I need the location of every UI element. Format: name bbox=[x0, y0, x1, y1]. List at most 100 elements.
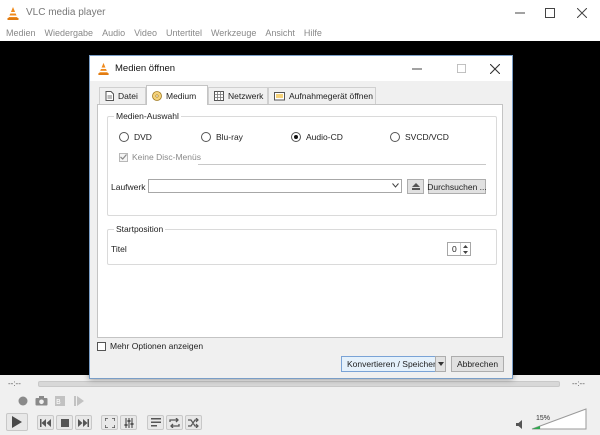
loop-button[interactable] bbox=[166, 415, 183, 430]
loop-ab-button[interactable]: B bbox=[52, 394, 68, 408]
chevron-up-icon bbox=[463, 244, 468, 248]
radio-audio-cd-label: Audio-CD bbox=[306, 132, 343, 142]
camera-icon bbox=[35, 396, 47, 406]
record-icon bbox=[18, 396, 28, 406]
tab-datei-label: Datei bbox=[118, 91, 138, 101]
menu-hilfe[interactable]: Hilfe bbox=[304, 25, 322, 41]
stop-button[interactable] bbox=[56, 415, 73, 430]
play-icon bbox=[12, 416, 22, 428]
next-button[interactable] bbox=[75, 415, 92, 430]
menu-bar: Medien Wiedergabe Audio Video Untertitel… bbox=[0, 25, 600, 41]
shuffle-button[interactable] bbox=[185, 415, 202, 430]
browse-button[interactable]: Durchsuchen ... bbox=[427, 179, 487, 194]
stop-icon bbox=[60, 418, 69, 427]
menu-video[interactable]: Video bbox=[134, 25, 157, 41]
menu-werkzeuge[interactable]: Werkzeuge bbox=[211, 25, 256, 41]
vlc-cone-icon bbox=[7, 7, 19, 20]
tab-netzwerk-label: Netzwerk bbox=[228, 91, 264, 101]
eject-icon bbox=[411, 183, 420, 190]
drive-combobox[interactable] bbox=[148, 179, 402, 193]
checkmark-icon bbox=[120, 154, 127, 160]
no-disc-menus-label: Keine Disc-Menüs bbox=[132, 152, 201, 162]
tab-datei[interactable]: Datei bbox=[99, 87, 146, 104]
radio-bluray[interactable]: Blu-ray bbox=[201, 132, 243, 142]
volume-slider[interactable] bbox=[531, 408, 587, 430]
minimize-icon bbox=[412, 68, 422, 69]
spin-arrows[interactable] bbox=[460, 243, 470, 255]
capture-device-icon bbox=[274, 92, 285, 101]
close-button[interactable] bbox=[566, 0, 598, 25]
mute-button[interactable] bbox=[514, 418, 526, 430]
radio-dvd[interactable]: DVD bbox=[119, 132, 152, 142]
radio-bluray-indicator bbox=[201, 132, 211, 142]
cancel-button[interactable]: Abbrechen bbox=[451, 356, 504, 372]
dialog-close-button[interactable] bbox=[480, 56, 510, 81]
eject-button[interactable] bbox=[407, 179, 424, 194]
tab-medium[interactable]: Medium bbox=[146, 85, 208, 105]
media-selection-legend: Medien-Auswahl bbox=[114, 111, 181, 121]
frame-step-button[interactable] bbox=[71, 394, 87, 408]
title-spinbox[interactable]: 0 bbox=[447, 242, 471, 256]
radio-audio-cd[interactable]: Audio-CD bbox=[291, 132, 343, 142]
extended-settings-button[interactable] bbox=[120, 415, 137, 430]
equalizer-icon bbox=[124, 417, 133, 428]
close-icon bbox=[490, 63, 500, 74]
convert-dropdown-button[interactable] bbox=[435, 356, 446, 372]
svg-text:B: B bbox=[56, 398, 61, 406]
playlist-button[interactable] bbox=[147, 415, 164, 430]
open-media-dialog: Medien öffnen Datei Medium Netzwerk Aufn… bbox=[89, 55, 513, 379]
time-elapsed: --:-- bbox=[8, 379, 21, 388]
menu-ansicht[interactable]: Ansicht bbox=[265, 25, 295, 41]
dialog-minimize-button[interactable] bbox=[402, 56, 432, 81]
disc-icon bbox=[152, 90, 162, 101]
menu-wiedergabe[interactable]: Wiedergabe bbox=[45, 25, 94, 41]
radio-svcd-vcd[interactable]: SVCD/VCD bbox=[390, 132, 449, 142]
minimize-icon bbox=[515, 12, 525, 13]
tab-aufnahmegeraet[interactable]: Aufnahmegerät öffnen bbox=[268, 87, 376, 104]
media-selection-group: Medien-Auswahl DVD Blu-ray Audio-CD SVCD… bbox=[107, 111, 497, 216]
control-bar: B 15% bbox=[0, 393, 600, 435]
convert-save-label: Konvertieren / Speichern bbox=[347, 359, 441, 369]
radio-dvd-label: DVD bbox=[134, 132, 152, 142]
previous-button[interactable] bbox=[37, 415, 54, 430]
title-bar: VLC media player bbox=[0, 0, 600, 25]
play-button[interactable] bbox=[6, 413, 28, 431]
convert-save-button[interactable]: Konvertieren / Speichern bbox=[341, 356, 441, 372]
no-disc-menus-box bbox=[119, 152, 128, 162]
more-options-box bbox=[97, 341, 106, 351]
radio-bluray-label: Blu-ray bbox=[216, 132, 243, 142]
loop-icon bbox=[169, 417, 180, 428]
radio-audio-cd-indicator bbox=[291, 132, 301, 142]
frame-step-icon bbox=[74, 396, 84, 406]
seek-slider[interactable] bbox=[38, 381, 560, 387]
dialog-maximize-button[interactable] bbox=[446, 56, 476, 81]
maximize-icon bbox=[456, 64, 466, 73]
more-options-checkbox[interactable]: Mehr Optionen anzeigen bbox=[97, 341, 203, 351]
vlc-cone-icon bbox=[98, 62, 109, 75]
file-icon bbox=[105, 91, 114, 101]
tab-netzwerk[interactable]: Netzwerk bbox=[208, 87, 268, 104]
record-button[interactable] bbox=[16, 394, 30, 408]
drive-label: Laufwerk bbox=[111, 182, 146, 192]
maximize-button[interactable] bbox=[534, 0, 566, 25]
skip-back-icon bbox=[40, 418, 51, 427]
start-position-legend: Startposition bbox=[114, 224, 166, 234]
maximize-icon bbox=[545, 7, 555, 18]
chevron-down-icon bbox=[392, 183, 399, 188]
disabled-field-line bbox=[198, 164, 486, 165]
skip-forward-icon bbox=[78, 418, 89, 427]
minimize-button[interactable] bbox=[504, 0, 536, 25]
time-total[interactable]: --:-- bbox=[572, 379, 585, 388]
menu-audio[interactable]: Audio bbox=[102, 25, 125, 41]
fullscreen-button[interactable] bbox=[101, 415, 118, 430]
tab-aufnahmegeraet-label: Aufnahmegerät öffnen bbox=[289, 91, 373, 101]
menu-medien[interactable]: Medien bbox=[6, 25, 36, 41]
tab-medium-label: Medium bbox=[166, 90, 197, 101]
no-disc-menus-checkbox[interactable]: Keine Disc-Menüs bbox=[119, 152, 201, 162]
menu-untertitel[interactable]: Untertitel bbox=[166, 25, 202, 41]
snapshot-button[interactable] bbox=[33, 394, 49, 408]
start-position-group: Startposition Titel 0 bbox=[107, 224, 497, 265]
medium-tab-panel: Medien-Auswahl DVD Blu-ray Audio-CD SVCD… bbox=[97, 104, 503, 338]
dialog-title-bar: Medien öffnen bbox=[90, 56, 512, 81]
radio-svcd-vcd-label: SVCD/VCD bbox=[405, 132, 449, 142]
